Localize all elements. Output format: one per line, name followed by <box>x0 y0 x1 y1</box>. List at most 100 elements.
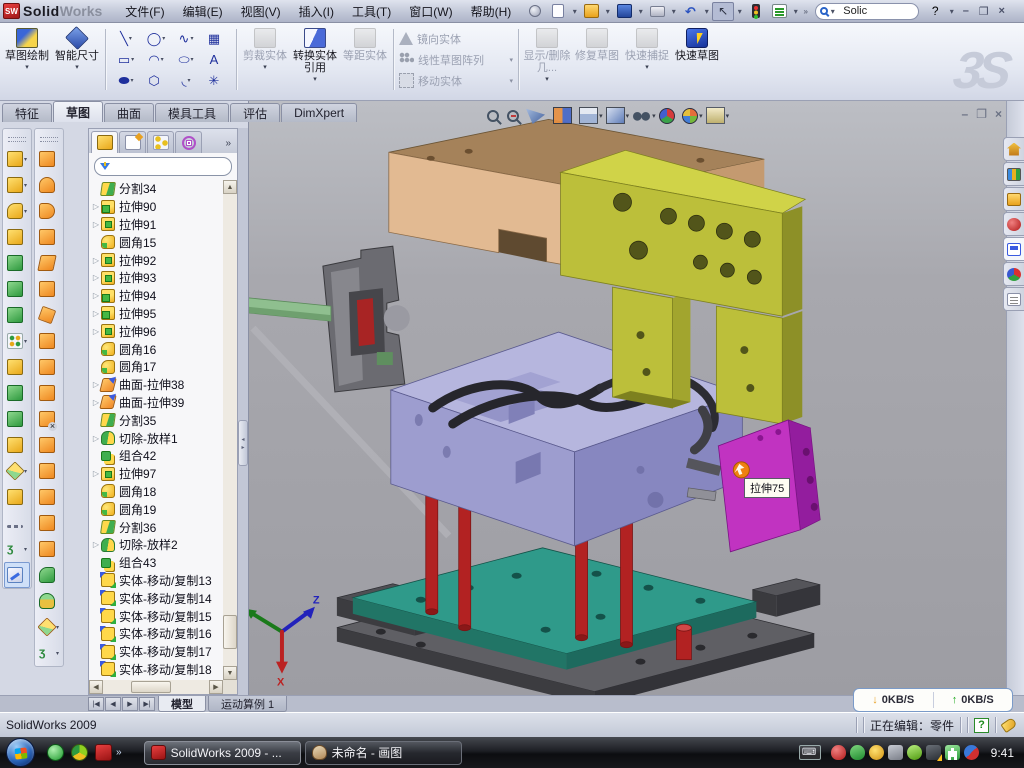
tree-item[interactable]: ▷ 拉伸97 <box>91 465 223 483</box>
knit-surface-icon[interactable]: ▾ <box>36 458 62 484</box>
tray-antivirus-icon[interactable] <box>850 745 865 760</box>
quicklaunch-overflow-icon[interactable]: » <box>116 747 122 758</box>
scrollbar-thumb[interactable] <box>223 615 237 649</box>
surface-fillet-icon[interactable]: ▾ <box>36 562 62 588</box>
tree-item[interactable]: ▷ 拉伸90 <box>91 198 223 216</box>
design-library-tab[interactable] <box>1003 162 1024 186</box>
ribbon-tab[interactable]: DimXpert <box>281 103 357 122</box>
print-button[interactable] <box>646 2 668 21</box>
offset-entities-button[interactable]: 等距实体 ▾ <box>340 25 390 94</box>
section-knife-icon[interactable]: ▾ <box>526 107 550 124</box>
tree-item[interactable]: ▷ 实体-移动/复制15 <box>91 607 223 625</box>
tree-item[interactable]: ▷ 拉伸94 <box>91 287 223 305</box>
file-explorer-tab[interactable] <box>1003 187 1024 211</box>
ruled-surface-icon[interactable]: ▾ <box>36 380 62 406</box>
taskbar-paint-window[interactable]: 未命名 - 画图 <box>305 741 462 765</box>
tree-item[interactable]: ▷ 实体-移动/复制14 <box>91 589 223 607</box>
reference-axis-icon[interactable]: ▾ <box>4 510 30 536</box>
view-palette-tab[interactable] <box>1003 237 1024 261</box>
expander-icon[interactable]: ▷ <box>91 309 101 318</box>
ribbon-tab[interactable]: 曲面 <box>104 103 154 122</box>
expander-icon[interactable]: ▷ <box>91 327 101 336</box>
menu-item[interactable]: 视图(V) <box>232 0 290 22</box>
curve-surface-icon[interactable]: ʒ ▾ <box>36 640 62 666</box>
model-3d-view[interactable]: Y Z X <box>249 101 1006 695</box>
model-ejector-rod[interactable] <box>249 296 331 321</box>
appearances-tab[interactable] <box>1003 262 1024 286</box>
apply-scene-icon[interactable]: ▾ <box>682 108 703 124</box>
tree-item[interactable]: ▷ 组合42 <box>91 447 223 465</box>
offset-surface-icon[interactable]: ▾ <box>36 354 62 380</box>
rectangle-icon[interactable]: ▭ ▾ <box>111 49 141 70</box>
revolved-surface-icon[interactable]: ▾ <box>36 172 62 198</box>
new-caret[interactable]: ▾ <box>570 7 579 16</box>
extend-surface-icon[interactable]: ▾ <box>36 484 62 510</box>
search-input[interactable]: Solic <box>843 5 867 17</box>
dome-icon[interactable]: ▾ <box>36 588 62 614</box>
dimxpertmanager-tab[interactable] <box>175 131 202 153</box>
taskbar-solidworks-window[interactable]: SolidWorks 2009 - ... <box>144 741 301 765</box>
move-copy-body-icon[interactable]: ▾ <box>4 432 30 458</box>
new-document-button[interactable] <box>547 2 569 21</box>
study-tab[interactable]: 模型 <box>158 696 206 712</box>
expander-icon[interactable]: ▷ <box>91 540 101 549</box>
tree-item[interactable]: ▷ 圆角16 <box>91 340 223 358</box>
point-icon[interactable]: ✳ ▾ <box>201 70 231 91</box>
tree-item[interactable]: ▷ 圆角18 <box>91 483 223 501</box>
solidworks-search-tab[interactable] <box>1003 212 1024 236</box>
graphics-viewport[interactable]: Y Z X ▾ ▾ ▾ <box>248 101 1006 695</box>
model-nozzle-block[interactable] <box>323 246 410 392</box>
section-view-icon[interactable]: ▾ <box>553 107 577 124</box>
sketch-fillet-icon[interactable]: ◟ ▾ <box>171 70 201 91</box>
extruded-cut-icon[interactable]: ▾ <box>4 172 30 198</box>
shell-icon[interactable]: ▾ <box>4 250 30 276</box>
spline-icon[interactable]: ∿ ▾ <box>171 28 201 49</box>
deform-surface-icon[interactable]: ▾ <box>36 614 62 640</box>
expander-icon[interactable]: ▷ <box>91 434 101 443</box>
tray-security-alert-icon[interactable] <box>831 745 846 760</box>
repair-sketch-button[interactable]: 修复草图 ▾ <box>572 25 622 94</box>
scroll-down-icon[interactable]: ▼ <box>223 666 237 680</box>
open-button[interactable] <box>580 2 602 21</box>
tree-item[interactable]: ▷ 拉伸95 <box>91 305 223 323</box>
tree-item[interactable]: ▷ 切除-放样1 <box>91 429 223 447</box>
select-caret[interactable]: ▾ <box>735 7 744 16</box>
quick-tips-icon[interactable]: ? <box>974 718 989 733</box>
swept-surface-icon[interactable]: ▾ <box>36 146 62 172</box>
tray-schedule-icon[interactable] <box>869 745 884 760</box>
combine-icon[interactable]: ▾ <box>4 380 30 406</box>
display-style-icon[interactable]: ▾ <box>606 107 630 124</box>
ribbon-tab[interactable]: 特征 <box>2 103 52 122</box>
propertymanager-tab[interactable] <box>119 131 146 153</box>
tree-item[interactable]: ▷ 实体-移动/复制13 <box>91 572 223 590</box>
menu-item[interactable]: 插入(I) <box>290 0 343 22</box>
circle-icon[interactable]: ◯ ▾ <box>141 28 171 49</box>
expander-icon[interactable]: ▷ <box>91 273 101 282</box>
tree-item[interactable]: ▷ 圆角19 <box>91 500 223 518</box>
clock[interactable]: 9:41 <box>991 746 1014 760</box>
untrim-surface-icon[interactable]: ▾ <box>36 536 62 562</box>
doc-minimize-button[interactable]: – <box>962 108 969 120</box>
zoom-fit-icon[interactable]: ▾ <box>487 110 504 122</box>
tree-item[interactable]: ▷ 曲面-拉伸39 <box>91 394 223 412</box>
tray-safety-icon[interactable] <box>964 745 979 760</box>
select-button[interactable]: ↖ <box>712 2 734 21</box>
expander-icon[interactable]: ▷ <box>91 256 101 265</box>
thicken-icon[interactable]: ▾ <box>36 328 62 354</box>
tray-health-icon[interactable] <box>945 745 960 760</box>
quicklaunch-solidworks-icon[interactable] <box>95 744 112 761</box>
study-nav-button[interactable]: ▶ <box>122 697 138 711</box>
tree-item[interactable]: ▷ 组合43 <box>91 554 223 572</box>
close-button[interactable]: × <box>993 5 1010 17</box>
menu-item[interactable]: 窗口(W) <box>400 0 461 22</box>
options-button[interactable] <box>768 2 790 21</box>
save-caret[interactable]: ▾ <box>636 7 645 16</box>
convert-entities-button[interactable]: 转换实体引用 ▾ <box>290 25 340 94</box>
tree-item[interactable]: ▷ 曲面-拉伸38 <box>91 376 223 394</box>
panel-splitter[interactable]: ◂▸ <box>238 128 248 695</box>
move-entities-button[interactable]: 移动实体 ▾ <box>397 71 515 91</box>
pin-toolbar-icon[interactable] <box>524 2 546 21</box>
tree-item[interactable]: ▷ 拉伸91 <box>91 216 223 234</box>
extruded-surface-icon[interactable]: ▾ <box>36 198 62 224</box>
scroll-left-icon[interactable]: ◀ <box>89 680 103 694</box>
